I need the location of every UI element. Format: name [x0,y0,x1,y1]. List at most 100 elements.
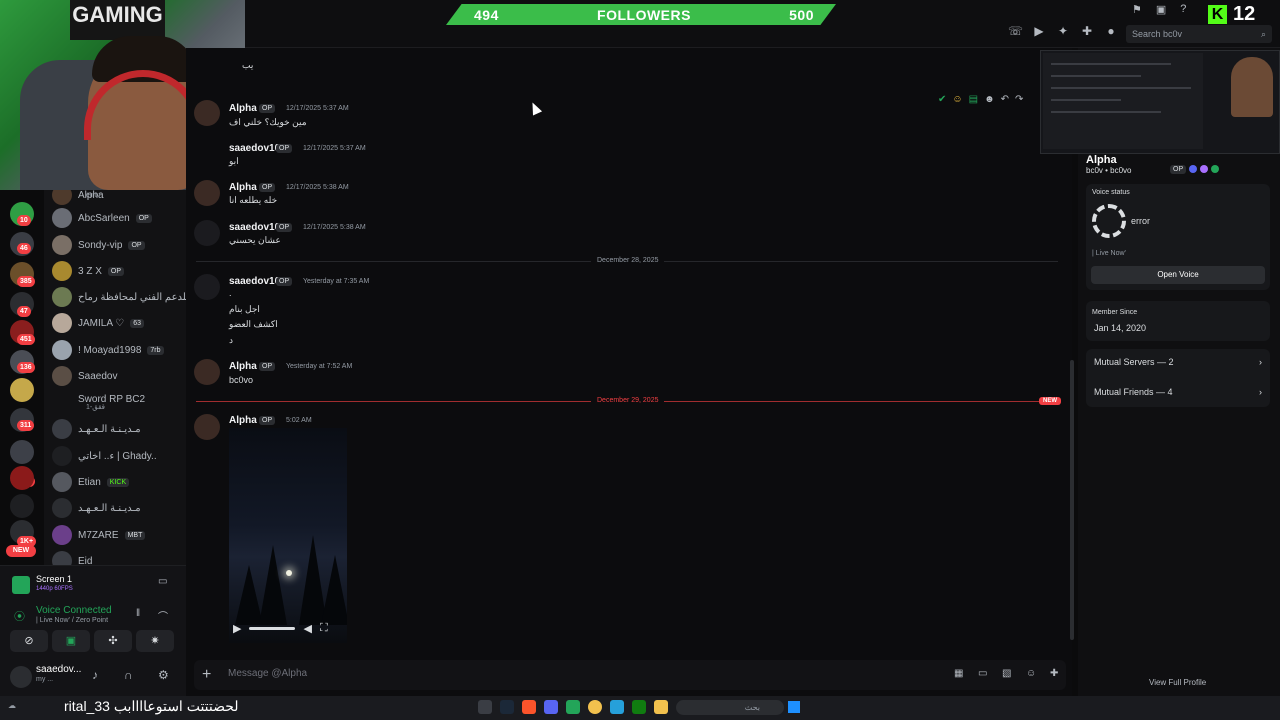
brave-icon[interactable] [522,700,536,714]
attach-plus-icon[interactable]: + [202,666,211,684]
avatar[interactable] [194,274,220,300]
fullscreen-icon[interactable]: ⛶ [320,622,328,635]
message-timestamp: Yesterday at 7:52 AM [286,363,353,370]
list-item[interactable]: AbcSarleen OP [52,207,186,229]
mutual-friends-row[interactable]: Mutual Friends — 4 › [1086,380,1270,404]
add-friend-icon[interactable]: ✚ [1080,24,1094,38]
server-icon[interactable] [10,378,34,402]
apps-icon[interactable]: ✚ [1050,668,1058,679]
play-icon[interactable]: ▶ [233,622,241,635]
add-reaction-icon[interactable]: ☻ [984,94,995,105]
folder-icon[interactable] [654,700,668,714]
list-item[interactable]: M7ZARE MBT [52,524,186,546]
sticker-reaction-icon[interactable]: ▤ [969,94,978,105]
message-author[interactable]: Alpha [229,182,257,193]
list-item[interactable]: Etian KICK [52,471,186,493]
list-item[interactable]: Alpha error [52,190,186,206]
message-author[interactable]: saaedov10 [229,222,280,233]
check-reaction-icon[interactable]: ✔ [938,94,946,105]
phone-icon[interactable]: ☏ [1008,24,1023,38]
boost-badge-icon[interactable] [1200,165,1209,173]
avatar[interactable] [194,414,220,440]
sticker-icon[interactable]: ▧ [1002,668,1011,679]
microphone-icon[interactable]: ♪ [92,668,98,682]
avatar [52,498,72,518]
avatar[interactable] [10,666,32,688]
message-author[interactable]: saaedov10 [229,143,280,154]
headphones-icon[interactable]: ∩ [124,668,133,682]
volume-icon[interactable]: ◀ [303,622,311,635]
forward-icon[interactable]: ↷ [1015,94,1023,105]
list-item[interactable]: 3 Z X OP [52,260,186,282]
avatar[interactable] [194,359,220,385]
gear-icon[interactable]: ⚙ [158,668,169,682]
xbox-icon[interactable] [632,700,646,714]
soundboard-icon[interactable]: ✷ [136,630,174,652]
video-icon[interactable]: ▶ [1032,24,1046,38]
mutual-servers-row[interactable]: Mutual Servers — 2 › [1086,350,1270,374]
list-item[interactable]: ء.. اخاتي | Ghady.. [52,445,186,467]
avatar[interactable] [194,100,220,126]
video-attachment[interactable] [229,428,347,643]
message-composer[interactable]: + Message @Alpha ▦ ▭ ▧ ☺ ✚ [194,660,1066,690]
activities-icon[interactable]: ✣ [94,630,132,652]
steam-icon[interactable] [500,700,514,714]
message-author[interactable]: Alpha [229,103,257,114]
taskbar-app-icon[interactable] [478,700,492,714]
server-icon[interactable] [10,494,34,518]
avatar[interactable] [194,220,220,246]
pin-icon[interactable]: ✦ [1056,24,1070,38]
windows-start-icon[interactable] [788,701,800,713]
taskbar: ☁ rital_33 لحضتتتت استوعاااابب بحث [0,696,1280,720]
server-icon[interactable] [10,466,34,490]
message-input[interactable]: Message @Alpha [228,668,307,679]
chat-scrollbar[interactable] [1070,360,1074,640]
list-item[interactable]: Eid [52,550,186,565]
emoji-icon[interactable]: ☺ [1026,668,1036,679]
list-item[interactable]: مـديـنـة الـعـهـد [52,497,186,519]
noise-suppression-icon[interactable]: ‖ [136,608,140,619]
discord-icon[interactable] [544,700,558,714]
list-item[interactable]: ! Moayad1998 7rb [52,339,186,361]
list-item[interactable]: مـديـنـة الـعـهـد [52,418,186,440]
open-voice-button[interactable]: Open Voice [1091,266,1265,284]
screen-share-card[interactable]: Screen 1 1440p 60FPS ▭ [8,570,178,598]
emoji-reaction-icon[interactable]: ☺ [952,94,962,105]
nitro-badge-icon[interactable] [1189,165,1198,173]
avatar[interactable] [194,180,220,206]
message-author[interactable]: Alpha [229,361,257,372]
chrome-icon[interactable] [588,700,602,714]
close-icon[interactable]: ▭ [158,576,167,587]
list-item[interactable]: Sword RP BC2 ققق-1 [52,388,186,412]
message-author[interactable]: saaedov10 [229,276,280,287]
avatar [52,313,72,333]
screen-share-toggle-icon[interactable]: ▣ [52,630,90,652]
view-full-profile-link[interactable]: View Full Profile [1149,678,1206,687]
reply-icon[interactable]: ↶ [1001,94,1009,105]
server-icon[interactable] [10,440,34,464]
list-item[interactable]: للدعم الفني لمحافظة رماح [52,286,186,308]
inbox-icon[interactable]: ▣ [1156,3,1166,16]
search-input[interactable]: Search bc0v ⌕ [1126,25,1272,43]
gif-icon[interactable]: ▭ [978,668,987,679]
disconnect-icon[interactable]: ⌒ [158,608,168,623]
store-icon[interactable] [610,700,624,714]
list-item[interactable]: Sondy-vip OP [52,234,186,256]
list-item[interactable]: JAMILA ♡ 63 [52,312,186,334]
volume-slider[interactable] [249,626,296,630]
profile-icon[interactable]: ● [1104,24,1118,38]
message-author[interactable]: Alpha [229,415,257,426]
taskbar-app-icon[interactable] [566,700,580,714]
taskbar-search[interactable]: بحث [676,700,784,715]
help-icon[interactable]: ? [1180,3,1186,16]
flag-icon[interactable]: ⚑ [1132,3,1142,16]
voice-channel-link[interactable]: | Live Now' / Zero Point [36,617,108,624]
new-unreads-pill[interactable]: NEW [6,545,36,557]
quest-badge-icon[interactable] [1211,165,1220,173]
camera-toggle-icon[interactable]: ⊘ [10,630,48,652]
list-item[interactable]: Saaedov [52,365,186,387]
voice-channel-name[interactable]: | Live Now' [1092,250,1126,257]
gift-icon[interactable]: ▦ [954,668,963,679]
stream-preview[interactable] [1040,50,1280,154]
message-timestamp: 12/17/2025 5:38 AM [286,184,349,191]
